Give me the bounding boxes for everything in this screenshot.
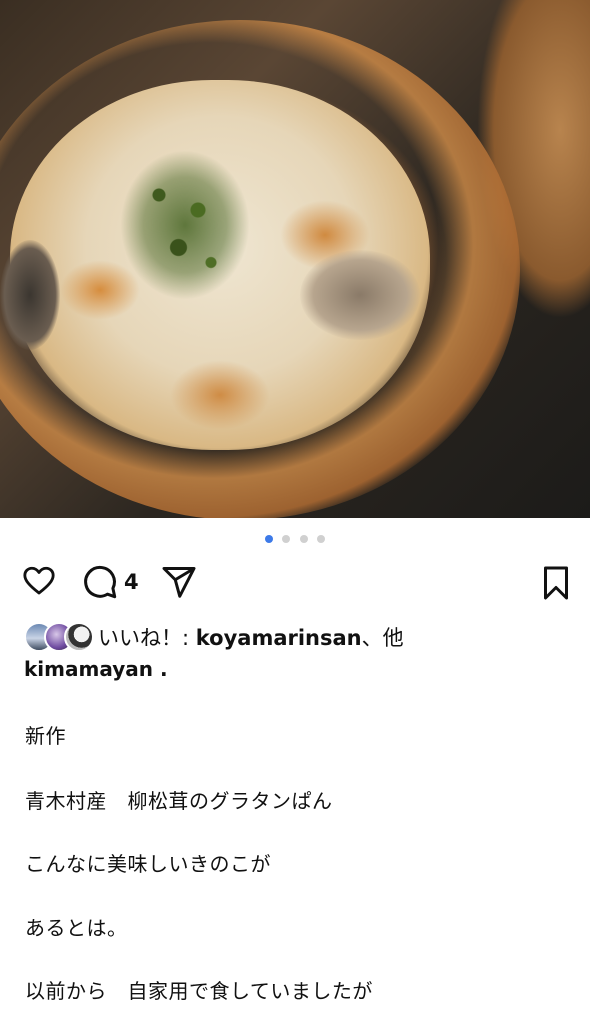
caption-line: あるとは。 <box>25 916 128 940</box>
browned-spot <box>60 260 140 320</box>
mushroom <box>0 240 60 350</box>
carousel-dot <box>299 535 308 543</box>
likes-text: いいね！: koyamarinsan、他 <box>98 622 404 652</box>
post-photo[interactable] <box>0 0 590 518</box>
carousel-indicator <box>0 535 590 545</box>
caption-line: 新作 <box>25 724 66 748</box>
caption-username[interactable]: kimamayan . <box>24 657 168 681</box>
heart-icon[interactable] <box>21 564 57 598</box>
post-actions-bar: 4 <box>0 562 590 602</box>
avatar <box>64 622 94 652</box>
browned-spot <box>170 360 270 430</box>
bookmark-icon[interactable] <box>541 565 571 601</box>
carousel-dot <box>316 535 325 543</box>
carousel-dot <box>282 535 291 543</box>
caption-line: 青木村産 柳松茸のグラタンぱん <box>25 789 333 813</box>
caption-line: こんなに美味しいきのこが <box>25 852 271 876</box>
caption-line: 以前から 自家用で食していましたが <box>25 979 373 1003</box>
parsley-garnish <box>120 150 250 300</box>
liker-avatars <box>24 622 96 652</box>
paper-plane-icon[interactable] <box>160 564 198 600</box>
likes-summary[interactable]: いいね！: koyamarinsan、他 <box>24 620 580 652</box>
mushroom <box>300 250 420 340</box>
likes-prefix: いいね！: <box>98 626 196 650</box>
liker-username[interactable]: koyamarinsan <box>196 626 362 650</box>
comment-icon[interactable] <box>82 564 118 600</box>
carousel-dot-active <box>265 535 274 543</box>
likes-suffix: 、他 <box>361 626 404 650</box>
comment-count: 4 <box>124 570 139 594</box>
